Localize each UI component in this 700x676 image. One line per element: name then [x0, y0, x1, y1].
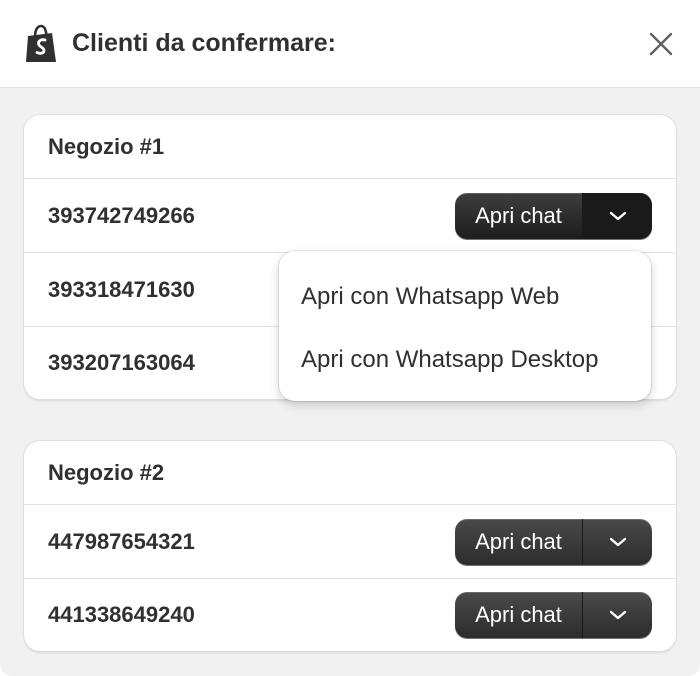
store-title: Negozio #2	[24, 441, 676, 505]
customer-phone: 393318471630	[48, 276, 195, 302]
open-chat-button-group: Apri chat	[455, 192, 652, 239]
close-icon[interactable]	[646, 29, 676, 59]
open-chat-button[interactable]: Apri chat	[455, 518, 583, 565]
customer-row: 447987654321 Apri chat	[24, 505, 676, 579]
customer-row: 441338649240 Apri chat	[24, 579, 676, 651]
store-title: Negozio #1	[24, 115, 676, 179]
customer-phone: 393207163064	[48, 350, 195, 375]
customer-row: 393742749266 Apri chat	[24, 179, 676, 253]
page-title: Clienti da confermare:	[72, 29, 336, 57]
store-card: Negozio #2 447987654321 Apri chat 441338…	[24, 441, 676, 651]
confirm-customers-modal: Clienti da confermare: Negozio #1 393742…	[0, 0, 700, 676]
chevron-down-icon[interactable]	[583, 192, 652, 239]
menu-item-whatsapp-web[interactable]: Apri con Whatsapp Web	[279, 265, 651, 328]
chevron-down-icon[interactable]	[583, 592, 652, 638]
open-chat-button[interactable]: Apri chat	[455, 192, 583, 239]
open-chat-dropdown: Apri con Whatsapp Web Apri con Whatsapp …	[279, 251, 651, 401]
customer-phone: 393742749266	[48, 202, 195, 228]
customer-phone: 441338649240	[48, 602, 195, 627]
customer-phone: 447987654321	[48, 528, 195, 554]
open-chat-button-group: Apri chat	[455, 592, 652, 638]
chevron-down-icon[interactable]	[583, 519, 652, 565]
open-chat-button[interactable]: Apri chat	[455, 592, 583, 638]
menu-item-whatsapp-desktop[interactable]: Apri con Whatsapp Desktop	[279, 328, 651, 391]
shopify-bag-icon	[24, 24, 58, 64]
open-chat-button-group: Apri chat	[455, 518, 652, 565]
modal-header: Clienti da confermare:	[0, 0, 700, 88]
